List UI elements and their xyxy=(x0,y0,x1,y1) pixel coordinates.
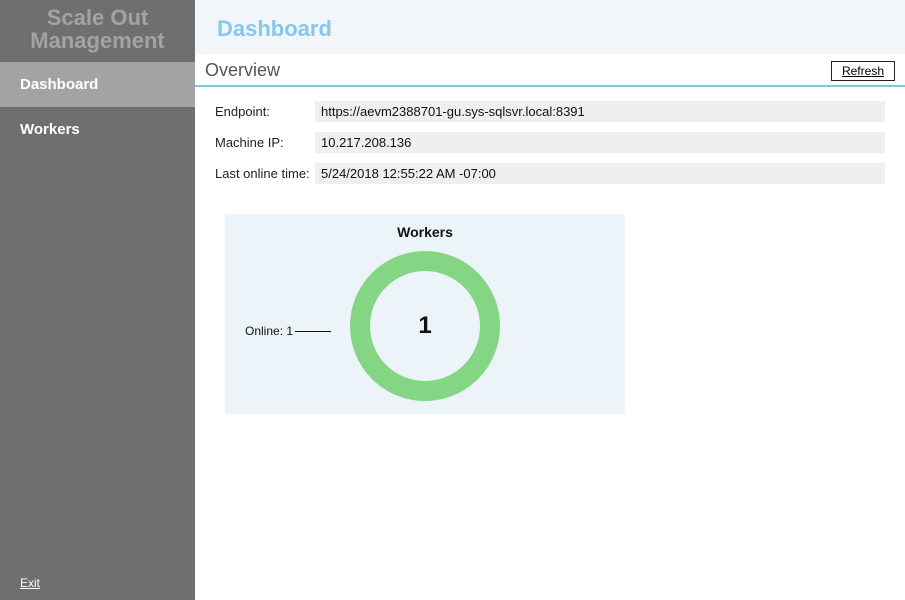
sidebar: Scale Out Management Dashboard Workers E… xyxy=(0,0,195,600)
section-title: Overview xyxy=(205,60,280,81)
sidebar-item-label: Workers xyxy=(20,121,80,138)
field-label: Endpoint: xyxy=(215,104,315,119)
workers-legend-online: Online: 1 xyxy=(245,324,331,338)
field-label: Last online time: xyxy=(215,166,315,181)
legend-connector-line xyxy=(295,331,331,332)
refresh-button[interactable]: Refresh xyxy=(831,61,895,81)
field-value: 10.217.208.136 xyxy=(315,132,885,153)
field-value: https://aevm2388701-gu.sys-sqlsvr.local:… xyxy=(315,101,885,122)
workers-card: Workers Online: 1 1 xyxy=(225,214,625,414)
field-endpoint: Endpoint: https://aevm2388701-gu.sys-sql… xyxy=(215,101,885,122)
field-label: Machine IP: xyxy=(215,135,315,150)
page-title: Dashboard xyxy=(217,16,905,42)
main-content: Dashboard Overview Refresh Endpoint: htt… xyxy=(195,0,905,600)
exit-link[interactable]: Exit xyxy=(20,576,40,590)
field-machine-ip: Machine IP: 10.217.208.136 xyxy=(215,132,885,153)
brand-line1: Scale Out xyxy=(0,6,195,29)
workers-donut-center-value: 1 xyxy=(418,312,431,340)
sidebar-item-dashboard[interactable]: Dashboard xyxy=(0,62,195,107)
app-brand: Scale Out Management xyxy=(0,0,195,62)
field-value: 5/24/2018 12:55:22 AM -07:00 xyxy=(315,163,885,184)
section-bar: Overview Refresh xyxy=(195,54,905,87)
field-last-online: Last online time: 5/24/2018 12:55:22 AM … xyxy=(215,163,885,184)
workers-donut-chart: 1 xyxy=(350,251,500,401)
workers-card-wrap: Workers Online: 1 1 xyxy=(195,204,905,414)
sidebar-item-label: Dashboard xyxy=(20,76,98,93)
sidebar-item-workers[interactable]: Workers xyxy=(0,107,195,152)
workers-card-title: Workers xyxy=(225,224,625,240)
workers-donut-wrap: Online: 1 1 xyxy=(225,246,625,406)
overview-fields: Endpoint: https://aevm2388701-gu.sys-sql… xyxy=(195,87,905,204)
page-header: Dashboard xyxy=(195,0,905,54)
brand-line2: Management xyxy=(0,29,195,52)
